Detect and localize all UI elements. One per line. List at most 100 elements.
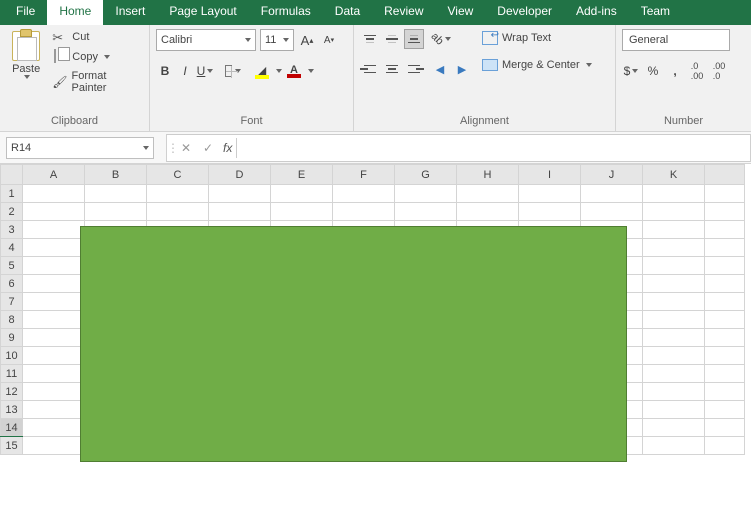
cell[interactable]	[705, 329, 745, 347]
cell[interactable]	[581, 185, 643, 203]
decrease-font-button[interactable]: A▾	[320, 30, 338, 50]
cell[interactable]	[705, 401, 745, 419]
align-middle-button[interactable]	[382, 29, 402, 49]
cell[interactable]	[705, 293, 745, 311]
cell[interactable]	[23, 383, 85, 401]
row-header[interactable]: 15	[1, 437, 23, 455]
tab-view[interactable]: View	[436, 0, 486, 25]
cell[interactable]	[23, 221, 85, 239]
cell[interactable]	[209, 203, 271, 221]
row-header[interactable]: 6	[1, 275, 23, 293]
select-all-corner[interactable]	[1, 165, 23, 185]
percent-format-button[interactable]: %	[644, 61, 662, 81]
cell[interactable]	[705, 185, 745, 203]
cell[interactable]	[643, 203, 705, 221]
cancel-formula-button[interactable]: ✕	[175, 137, 197, 159]
bold-button[interactable]: B	[156, 61, 174, 81]
align-top-button[interactable]	[360, 29, 380, 49]
cell[interactable]	[457, 203, 519, 221]
col-header[interactable]: F	[333, 165, 395, 185]
increase-font-button[interactable]: A▴	[298, 30, 316, 50]
cell[interactable]	[271, 185, 333, 203]
cell[interactable]	[23, 257, 85, 275]
cell[interactable]	[23, 329, 85, 347]
tab-insert[interactable]: Insert	[103, 0, 157, 25]
tab-team[interactable]: Team	[629, 0, 682, 25]
row-header[interactable]: 13	[1, 401, 23, 419]
cell[interactable]	[23, 275, 85, 293]
cell[interactable]	[705, 275, 745, 293]
cell[interactable]	[85, 185, 147, 203]
tab-file[interactable]: File	[4, 0, 47, 25]
row-header[interactable]: 3	[1, 221, 23, 239]
cell[interactable]	[395, 185, 457, 203]
col-header[interactable]: K	[643, 165, 705, 185]
col-header[interactable]: H	[457, 165, 519, 185]
row-header[interactable]: 4	[1, 239, 23, 257]
col-header[interactable]: B	[85, 165, 147, 185]
cell[interactable]	[23, 203, 85, 221]
tab-data[interactable]: Data	[323, 0, 372, 25]
font-color-button[interactable]: A	[284, 64, 304, 78]
cell[interactable]	[643, 383, 705, 401]
cell[interactable]	[147, 185, 209, 203]
cell[interactable]	[333, 203, 395, 221]
font-name-select[interactable]: Calibri	[156, 29, 256, 51]
row-header[interactable]: 8	[1, 311, 23, 329]
borders-button[interactable]	[224, 61, 242, 81]
cell[interactable]	[643, 437, 705, 455]
row-header[interactable]: 5	[1, 257, 23, 275]
cell[interactable]	[23, 401, 85, 419]
fx-icon[interactable]: fx	[223, 141, 232, 155]
align-left-button[interactable]	[360, 59, 380, 79]
tab-developer[interactable]: Developer	[485, 0, 564, 25]
number-format-select[interactable]: General	[622, 29, 730, 51]
row-header[interactable]: 12	[1, 383, 23, 401]
cell[interactable]	[705, 221, 745, 239]
cell[interactable]	[23, 365, 85, 383]
cell[interactable]	[23, 293, 85, 311]
cell[interactable]	[23, 347, 85, 365]
row-header[interactable]: 14	[1, 419, 23, 437]
col-header[interactable]: G	[395, 165, 457, 185]
col-header[interactable]: A	[23, 165, 85, 185]
cell[interactable]	[705, 203, 745, 221]
cell[interactable]	[457, 185, 519, 203]
orientation-button[interactable]: ab	[430, 29, 452, 49]
chevron-down-icon[interactable]	[276, 69, 282, 73]
cell[interactable]	[85, 203, 147, 221]
align-right-button[interactable]	[404, 59, 424, 79]
col-header[interactable]	[705, 165, 745, 185]
col-header[interactable]: E	[271, 165, 333, 185]
cell[interactable]	[705, 365, 745, 383]
row-header[interactable]: 7	[1, 293, 23, 311]
italic-button[interactable]: I	[176, 61, 194, 81]
wrap-text-button[interactable]: Wrap Text	[480, 29, 594, 47]
col-header[interactable]: J	[581, 165, 643, 185]
cell[interactable]	[705, 257, 745, 275]
cell[interactable]	[209, 185, 271, 203]
cell[interactable]	[643, 185, 705, 203]
cell[interactable]	[147, 203, 209, 221]
cell[interactable]	[643, 311, 705, 329]
cell[interactable]	[23, 185, 85, 203]
cut-button[interactable]: Cut	[50, 29, 143, 45]
cell[interactable]	[23, 437, 85, 455]
formula-input[interactable]	[237, 137, 750, 159]
cell[interactable]	[643, 401, 705, 419]
format-painter-button[interactable]: Format Painter	[50, 69, 143, 95]
cell[interactable]	[333, 185, 395, 203]
merge-center-button[interactable]: Merge & Center	[480, 57, 594, 73]
paste-button[interactable]: Paste	[6, 29, 46, 79]
cell[interactable]	[643, 221, 705, 239]
cell[interactable]	[705, 347, 745, 365]
cell[interactable]	[705, 437, 745, 455]
cell[interactable]	[705, 239, 745, 257]
tab-home[interactable]: Home	[47, 0, 103, 25]
accounting-format-button[interactable]: $	[622, 61, 640, 81]
tab-formulas[interactable]: Formulas	[249, 0, 323, 25]
cell[interactable]	[519, 203, 581, 221]
cell[interactable]	[643, 275, 705, 293]
cell[interactable]	[643, 257, 705, 275]
cell[interactable]	[705, 311, 745, 329]
